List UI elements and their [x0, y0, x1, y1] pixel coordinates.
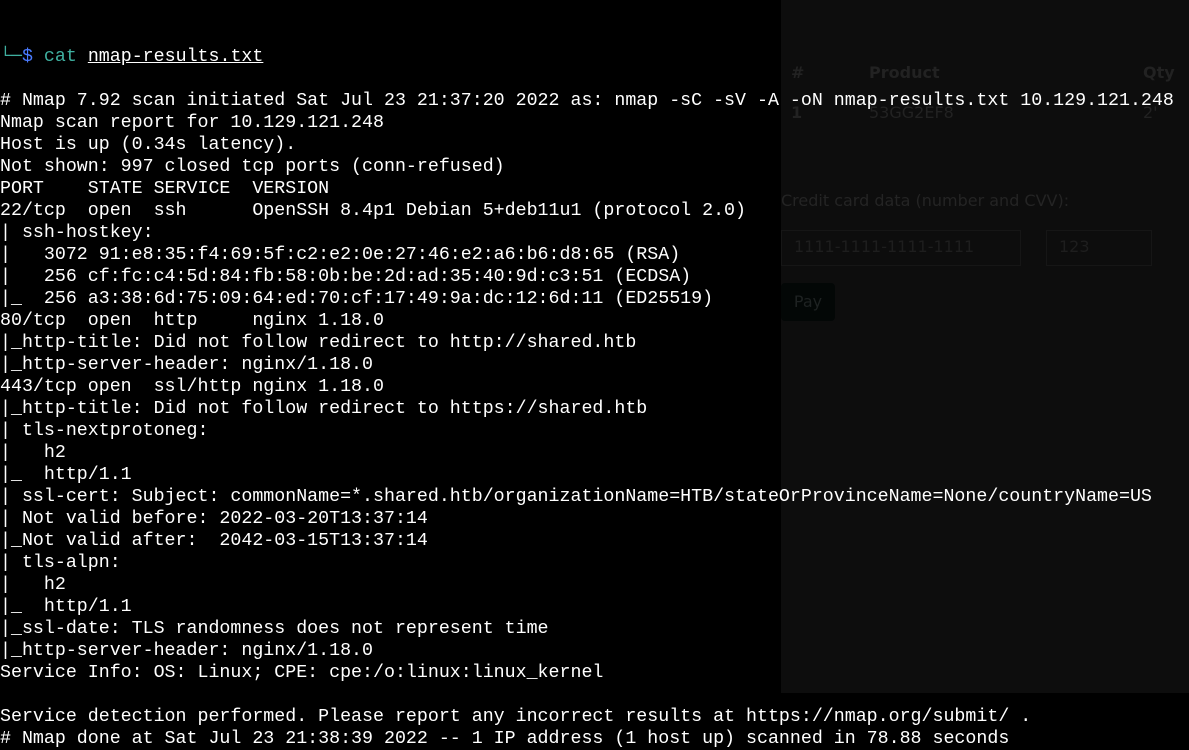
command-argument: nmap-results.txt [87, 47, 264, 67]
output-line: | tls-nextprotoneg: [0, 421, 220, 441]
output-line: # Nmap done at Sat Jul 23 21:38:39 2022 … [0, 729, 1010, 749]
output-line: | h2 [0, 575, 66, 595]
output-line: | Not valid before: 2022-03-20T13:37:14 [0, 509, 428, 529]
output-line: 22/tcp open ssh OpenSSH 8.4p1 Debian 5+d… [0, 201, 746, 221]
output-line: | tls-alpn: [0, 553, 132, 573]
output-line: Service detection performed. Please repo… [0, 707, 1032, 727]
output-line: Host is up (0.34s latency). [0, 135, 297, 155]
output-line: |_http-title: Did not follow redirect to… [0, 333, 637, 353]
output-line: Not shown: 997 closed tcp ports (conn-re… [0, 157, 505, 177]
output-line: 443/tcp open ssl/http nginx 1.18.0 [0, 377, 384, 397]
output-line: | 3072 91:e8:35:f4:69:5f:c2:e2:0e:27:46:… [0, 245, 681, 265]
output-line: |_http-title: Did not follow redirect to… [0, 399, 648, 419]
output-line: # Nmap 7.92 scan initiated Sat Jul 23 21… [0, 91, 1174, 111]
output-line: Service Info: OS: Linux; CPE: cpe:/o:lin… [0, 663, 604, 683]
output-line: |_ 256 a3:38:6d:75:09:64:ed:70:cf:17:49:… [0, 289, 714, 309]
output-line: Nmap scan report for 10.129.121.248 [0, 113, 384, 133]
output-line: | h2 [0, 443, 66, 463]
prompt-line: └─$ cat nmap-results.txt [0, 46, 1189, 68]
output-line: | 256 cf:fc:c4:5d:84:fb:58:0b:be:2d:ad:3… [0, 267, 692, 287]
output-line: |_http-server-header: nginx/1.18.0 [0, 355, 373, 375]
output-line: | ssl-cert: Subject: commonName=*.shared… [0, 487, 1152, 507]
output-line: |_ http/1.1 [0, 465, 132, 485]
output-line: |_Not valid after: 2042-03-15T13:37:14 [0, 531, 428, 551]
prompt-symbol: $ [21, 47, 33, 67]
output-line: | ssh-hostkey: [0, 223, 165, 243]
output-line: PORT STATE SERVICE VERSION [0, 179, 330, 199]
prompt-prefix: └─ [0, 47, 22, 67]
output-line: |_http-server-header: nginx/1.18.0 [0, 641, 373, 661]
output-line: |_ssl-date: TLS randomness does not repr… [0, 619, 549, 639]
output-line: |_ http/1.1 [0, 597, 132, 617]
terminal-output: └─$ cat nmap-results.txt # Nmap 7.92 sca… [0, 2, 1189, 750]
command: cat [43, 47, 77, 67]
output-line: 80/tcp open http nginx 1.18.0 [0, 311, 384, 331]
